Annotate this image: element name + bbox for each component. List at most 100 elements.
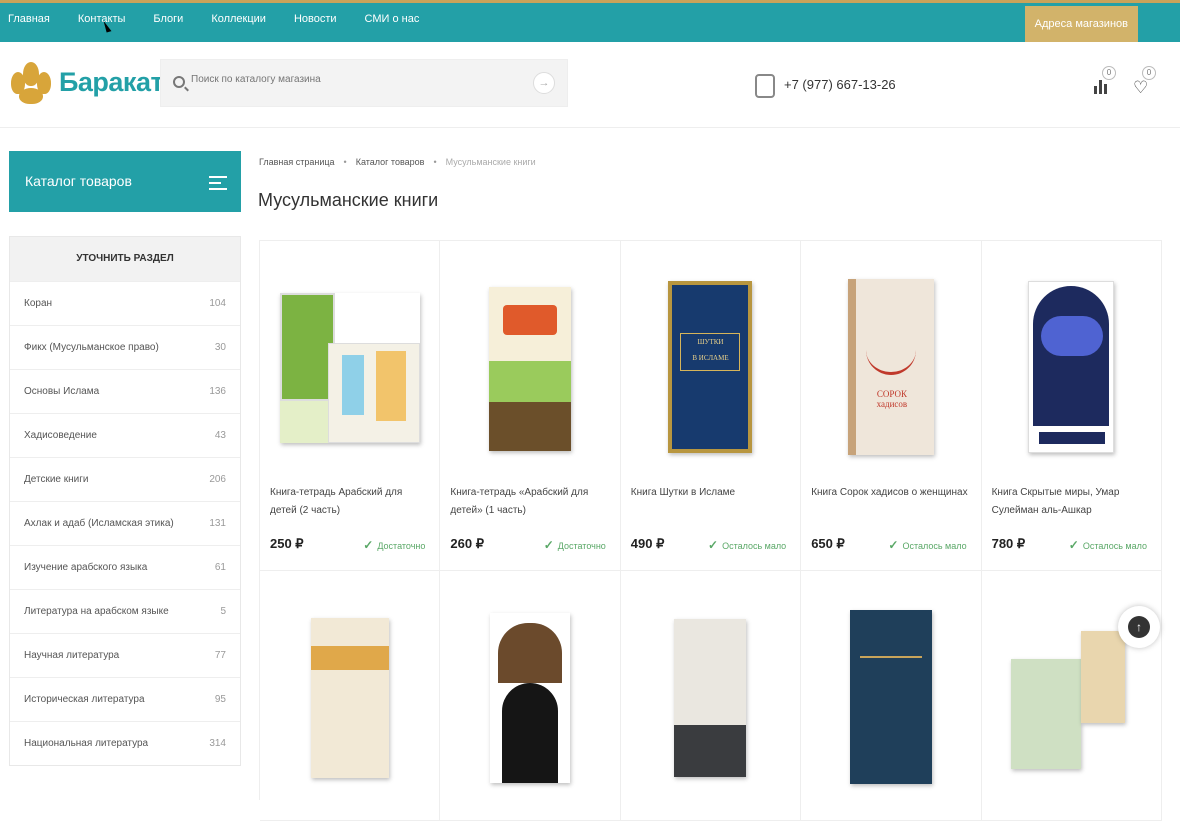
product-price: 260 ₽ bbox=[450, 536, 484, 551]
stock-status: ✓ Осталось мало bbox=[1069, 538, 1147, 552]
compare-icon[interactable] bbox=[1094, 78, 1110, 94]
product-image[interactable]: СОРОК хадисов bbox=[847, 279, 934, 455]
product-card[interactable] bbox=[440, 571, 621, 821]
nav-media[interactable]: СМИ о нас bbox=[365, 13, 420, 25]
product-card[interactable]: Книга-тетрадь «Арабский для детей» (1 ча… bbox=[440, 241, 621, 571]
stock-status: ✓ Осталось мало bbox=[708, 538, 786, 552]
product-name[interactable]: Книга-тетрадь Арабский для детей (2 част… bbox=[270, 484, 430, 520]
logo-text: Баракат bbox=[59, 66, 164, 97]
product-name[interactable]: Книга Сорок хадисов о женщинах bbox=[811, 484, 971, 502]
phone-icon bbox=[755, 74, 775, 98]
check-icon: ✓ bbox=[1068, 538, 1079, 552]
scroll-to-top-button[interactable]: ↑ bbox=[1118, 606, 1160, 648]
stock-status-label: Осталось мало bbox=[902, 541, 967, 551]
check-icon: ✓ bbox=[708, 538, 719, 552]
arrow-up-icon: ↑ bbox=[1128, 616, 1150, 638]
stock-status: ✓ Осталось мало bbox=[888, 538, 966, 552]
logo[interactable]: Баракат bbox=[9, 58, 164, 106]
product-image[interactable] bbox=[1028, 281, 1115, 453]
stock-status-label: Достаточно bbox=[557, 541, 606, 551]
sidebar-heading: Уточнить раздел bbox=[10, 237, 240, 281]
search-icon bbox=[173, 76, 185, 88]
product-card[interactable]: Книга-тетрадь Арабский для детей (2 част… bbox=[260, 241, 441, 571]
stock-status: ✓ Достаточно bbox=[363, 538, 425, 552]
product-card[interactable] bbox=[801, 571, 982, 821]
sidebar-item[interactable]: Детские книги 206 bbox=[10, 457, 240, 501]
product-image[interactable] bbox=[849, 610, 932, 784]
sidebar-item-label: Детские книги bbox=[24, 474, 89, 485]
product-card[interactable]: Книга Скрытые миры, Умар Сулейман аль-Аш… bbox=[981, 241, 1162, 571]
sidebar-item-count: 77 bbox=[214, 650, 226, 661]
sidebar-item[interactable]: Национальная литература 314 bbox=[10, 721, 240, 765]
sidebar-item-count: 314 bbox=[209, 738, 226, 749]
sidebar-item-label: Фикх (Мусульманское право) bbox=[24, 342, 159, 353]
catalog-button-label: Каталог товаров bbox=[25, 173, 132, 189]
search-box: → bbox=[160, 59, 568, 107]
breadcrumb-current: Мусульманские книги bbox=[445, 157, 536, 167]
sidebar-item-label: Основы Ислама bbox=[24, 386, 100, 397]
product-image[interactable] bbox=[674, 619, 747, 777]
sidebar-item-count: 136 bbox=[209, 386, 226, 397]
sidebar-item[interactable]: Хадисоведение 43 bbox=[10, 413, 240, 457]
product-name[interactable]: Книга-тетрадь «Арабский для детей» (1 ча… bbox=[450, 484, 610, 520]
product-price: 250 ₽ bbox=[270, 536, 304, 551]
breadcrumb-home[interactable]: Главная страница bbox=[259, 157, 335, 167]
store-addresses-button[interactable]: Адреса магазинов bbox=[1024, 6, 1138, 42]
check-icon: ✓ bbox=[888, 538, 899, 552]
breadcrumb-catalog[interactable]: Каталог товаров bbox=[356, 157, 425, 167]
product-name[interactable]: Книга Скрытые миры, Умар Сулейман аль-Аш… bbox=[992, 484, 1152, 520]
product-name[interactable]: Книга Шутки в Исламе bbox=[631, 484, 791, 502]
sidebar-item[interactable]: Коран 104 bbox=[10, 281, 240, 325]
stock-status-label: Осталось мало bbox=[1082, 541, 1147, 551]
catalog-button[interactable]: Каталог товаров bbox=[9, 151, 241, 212]
product-image[interactable] bbox=[1011, 631, 1131, 771]
product-card[interactable] bbox=[260, 571, 441, 821]
sidebar-item-label: Ахлак и адаб (Исламская этика) bbox=[24, 518, 174, 529]
phone-number[interactable]: +7 (977) 667-13-26 bbox=[784, 77, 896, 92]
nav-blogs[interactable]: Блоги bbox=[153, 13, 183, 25]
page-title: Мусульманские книги bbox=[258, 190, 439, 210]
sidebar-item[interactable]: Основы Ислама 136 bbox=[10, 369, 240, 413]
search-submit-button[interactable]: → bbox=[533, 72, 555, 94]
product-image[interactable] bbox=[279, 293, 420, 443]
product-price: 650 ₽ bbox=[811, 536, 845, 551]
sidebar-item-count: 206 bbox=[209, 474, 226, 485]
sidebar-item-count: 5 bbox=[220, 606, 226, 617]
product-image[interactable] bbox=[489, 287, 572, 451]
nav-home[interactable]: Главная bbox=[8, 13, 50, 25]
product-image[interactable] bbox=[490, 613, 571, 783]
menu-icon bbox=[209, 176, 227, 194]
stock-status-label: Достаточно bbox=[377, 541, 426, 551]
compare-count-badge: 0 bbox=[1102, 66, 1116, 80]
product-card[interactable]: СОРОК хадисов Книга Сорок хадисов о женщи… bbox=[801, 241, 982, 571]
sidebar-item-label: Литература на арабском языке bbox=[24, 606, 169, 617]
heart-icon[interactable]: ♡ bbox=[1133, 78, 1148, 98]
nav-collections[interactable]: Коллекции bbox=[211, 13, 266, 25]
sidebar-item-label: Изучение арабского языка bbox=[24, 562, 148, 573]
product-card[interactable] bbox=[620, 571, 802, 821]
sidebar-item-label: Национальная литература bbox=[24, 738, 149, 749]
check-icon: ✓ bbox=[363, 538, 374, 552]
sidebar-item[interactable]: Ахлак и адаб (Исламская этика) 131 bbox=[10, 501, 240, 545]
sidebar-item-count: 104 bbox=[209, 298, 226, 309]
sidebar-item[interactable]: Научная литература 77 bbox=[10, 633, 240, 677]
product-card[interactable]: ШУТКИ В ИСЛАМЕ Книга Шутки в Исламе 490 ₽… bbox=[620, 241, 802, 571]
sidebar-item[interactable]: Литература на арабском языке 5 bbox=[10, 589, 240, 633]
sidebar-item-count: 43 bbox=[214, 430, 226, 441]
sidebar-categories: Уточнить раздел Коран 104 Фикх (Мусульман… bbox=[9, 236, 241, 766]
sidebar-item[interactable]: Фикх (Мусульманское право) 30 bbox=[10, 325, 240, 369]
breadcrumb: Главная страница • Каталог товаров • Мусульм… bbox=[259, 157, 536, 167]
product-price: 780 ₽ bbox=[991, 536, 1026, 551]
sidebar-item-count: 95 bbox=[214, 694, 226, 705]
search-input[interactable] bbox=[191, 74, 511, 85]
nav-news[interactable]: Новости bbox=[294, 13, 337, 25]
sidebar-item-count: 61 bbox=[214, 562, 226, 573]
header: Баракат → +7 (977) 667-13-26 0 ♡ 0 bbox=[0, 42, 1180, 128]
product-image[interactable]: ШУТКИ В ИСЛАМЕ bbox=[668, 281, 753, 453]
stock-status: ✓ Достаточно bbox=[544, 538, 606, 552]
nav-contacts[interactable]: Контакты bbox=[78, 13, 126, 25]
sidebar-item[interactable]: Изучение арабского языка 61 bbox=[10, 545, 240, 589]
product-image[interactable] bbox=[310, 618, 389, 778]
sidebar-item[interactable]: Историческая литература 95 bbox=[10, 677, 240, 721]
sidebar-item-count: 131 bbox=[209, 518, 226, 529]
